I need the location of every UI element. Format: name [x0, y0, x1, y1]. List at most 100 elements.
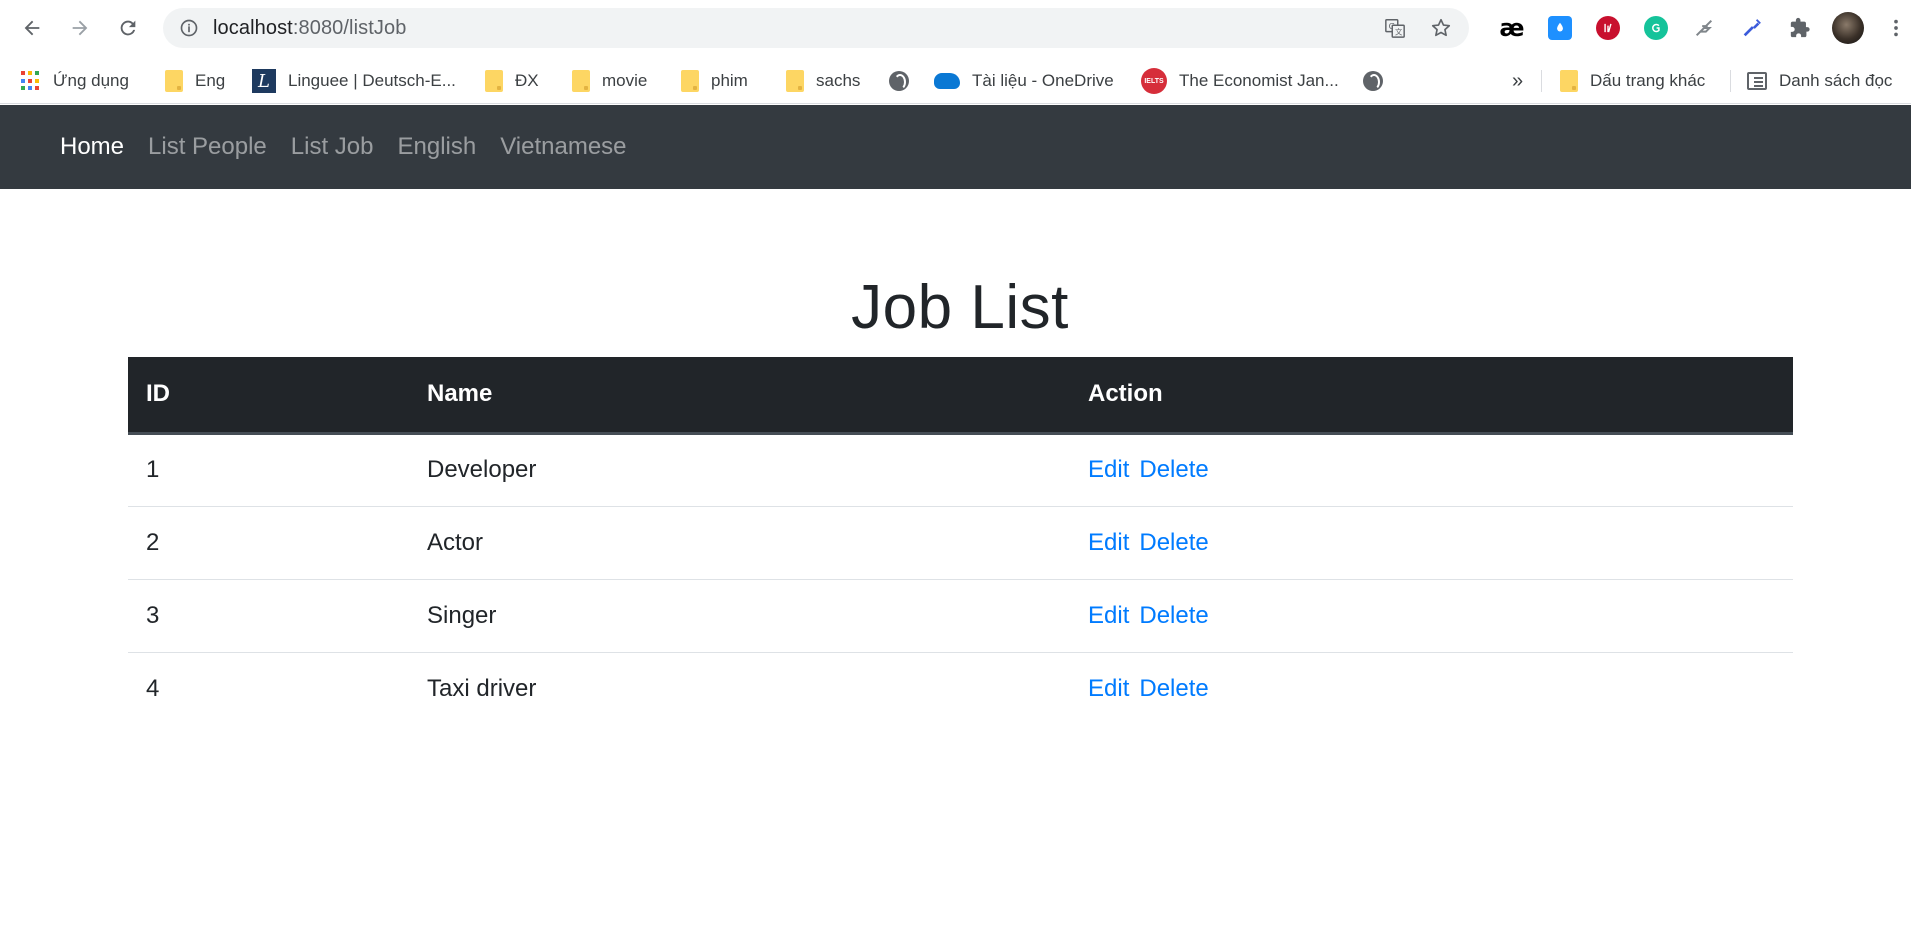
folder-icon: [485, 70, 503, 92]
bookmark-label: sachs: [816, 71, 861, 90]
bookmark-label: Dấu trang khác: [1590, 71, 1706, 90]
puzzle-icon: [1790, 17, 1810, 38]
cell-action: Edit Delete: [1070, 506, 1793, 580]
bookmark-dx[interactable]: ĐX: [485, 68, 539, 94]
table-row: 2 Actor Edit Delete: [128, 506, 1793, 580]
bookmark-label: Eng: [195, 71, 226, 90]
table-row: 4 Taxi driver Edit Delete: [128, 652, 1793, 725]
onedrive-cloud-icon: [934, 73, 960, 89]
bookmark-label: The Economist Jan...: [1179, 71, 1339, 90]
double-chevron-icon: »: [1512, 69, 1524, 92]
nav-english[interactable]: English: [398, 133, 477, 161]
forward-button[interactable]: [65, 13, 95, 43]
site-navbar: Home List People List Job English Vietna…: [0, 105, 1911, 189]
translate-icon[interactable]: G文: [1383, 16, 1407, 40]
nav-list-job[interactable]: List Job: [291, 133, 374, 161]
reading-list-label: Danh sách đọc: [1779, 71, 1893, 90]
edit-link[interactable]: Edit: [1088, 529, 1129, 556]
header-action: Action: [1070, 357, 1793, 435]
bookmark-eng[interactable]: Eng: [165, 68, 225, 94]
delete-link[interactable]: Delete: [1139, 675, 1208, 702]
globe-icon: [1363, 71, 1383, 91]
nav-list-people[interactable]: List People: [148, 133, 267, 161]
url-text[interactable]: localhost:8080/listJob: [213, 17, 406, 40]
table-header-row: ID Name Action: [128, 357, 1793, 435]
reading-list[interactable]: Danh sách đọc: [1747, 68, 1892, 94]
eyedropper-extension[interactable]: [1728, 12, 1776, 44]
bookmark-apps[interactable]: Ứng dụng: [21, 68, 129, 94]
delete-link[interactable]: Delete: [1139, 456, 1208, 483]
star-icon[interactable]: [1429, 16, 1453, 40]
kebab-menu-icon: [1894, 19, 1898, 37]
arrow-left-icon: [24, 20, 40, 36]
cell-name: Developer: [409, 433, 1070, 507]
bookmark-label: Ứng dụng: [53, 71, 129, 90]
feather-icon: [1695, 19, 1713, 37]
bookmarks-bar: Ứng dụng Eng L Linguee | Deutsch-E... ĐX…: [0, 56, 1911, 104]
nav-vietnamese[interactable]: Vietnamese: [500, 133, 626, 161]
bookmarks-divider: [1730, 70, 1731, 92]
red-circle-icon: [1596, 16, 1620, 40]
cell-id: 3: [128, 579, 409, 653]
info-icon[interactable]: [178, 17, 200, 39]
bookmark-label: Tài liệu - OneDrive: [972, 71, 1114, 90]
cell-id: 4: [146, 674, 160, 702]
nav-home[interactable]: Home: [60, 133, 124, 161]
grammarly-icon: [1644, 16, 1668, 40]
folder-icon: [1560, 70, 1578, 92]
cell-id: 2: [128, 506, 409, 580]
profile-button[interactable]: [1824, 12, 1872, 44]
avatar: [1832, 12, 1864, 44]
water-drop-icon: [1548, 16, 1572, 40]
reading-list-icon: [1747, 72, 1767, 90]
bookmark-label: Linguee | Deutsch-E...: [288, 71, 456, 90]
other-bookmarks[interactable]: Dấu trang khác: [1560, 68, 1705, 94]
cell-name: Taxi driver: [427, 674, 537, 702]
bookmark-linguee[interactable]: L Linguee | Deutsch-E...: [252, 68, 456, 94]
more-bookmarks-button[interactable]: »: [1512, 68, 1523, 94]
bookmark-onedrive[interactable]: Tài liệu - OneDrive: [934, 68, 1114, 94]
edit-link[interactable]: Edit: [1088, 456, 1129, 483]
delete-link[interactable]: Delete: [1139, 529, 1208, 556]
cell-id: 1: [128, 433, 409, 507]
linguee-icon: L: [252, 69, 276, 93]
bookmark-movie[interactable]: movie: [572, 68, 647, 94]
red-extension[interactable]: [1584, 12, 1632, 44]
delete-link[interactable]: Delete: [1139, 602, 1208, 629]
browser-toolbar: localhost:8080/listJob G文 æ: [0, 0, 1911, 56]
back-button[interactable]: [17, 13, 47, 43]
apps-grid-icon: [21, 71, 41, 91]
bookmark-globe-1[interactable]: [889, 68, 909, 94]
extensions-area: æ: [1488, 12, 1911, 44]
browser-chrome: localhost:8080/listJob G文 æ: [0, 0, 1911, 104]
drop-extension[interactable]: [1536, 12, 1584, 44]
edit-link[interactable]: Edit: [1088, 602, 1129, 629]
cell-action: Edit Delete: [1070, 652, 1793, 725]
edit-link[interactable]: Edit: [1088, 675, 1129, 702]
bookmark-sachs[interactable]: sachs: [786, 68, 860, 94]
cell-name: Actor: [409, 506, 1070, 580]
extensions-button[interactable]: [1776, 12, 1824, 44]
bookmark-phim[interactable]: phim: [681, 68, 748, 94]
table-row: 3 Singer Edit Delete: [128, 579, 1793, 653]
bookmark-globe-2[interactable]: [1363, 68, 1383, 94]
reload-button[interactable]: [113, 13, 143, 43]
job-table: ID Name Action 1 Developer Edit Delete 2 …: [128, 357, 1793, 725]
table-header: ID Name Action: [128, 357, 1793, 435]
browser-menu-button[interactable]: [1872, 12, 1911, 44]
header-id: ID: [128, 357, 409, 435]
ielts-icon: IELTS: [1141, 68, 1167, 94]
folder-icon: [786, 70, 804, 92]
ae-extension[interactable]: æ: [1488, 12, 1536, 44]
table-row: 1 Developer Edit Delete: [128, 433, 1793, 507]
grammarly-extension[interactable]: [1632, 12, 1680, 44]
cell-action: Edit Delete: [1070, 579, 1793, 653]
feather-extension[interactable]: [1680, 12, 1728, 44]
page-title: Job List: [851, 273, 1069, 342]
bookmark-economist[interactable]: IELTS The Economist Jan...: [1141, 68, 1339, 94]
address-bar[interactable]: localhost:8080/listJob G文: [163, 8, 1469, 48]
cell-action: Edit Delete: [1070, 433, 1793, 507]
folder-icon: [572, 70, 590, 92]
svg-text:文: 文: [1395, 27, 1403, 36]
folder-icon: [681, 70, 699, 92]
